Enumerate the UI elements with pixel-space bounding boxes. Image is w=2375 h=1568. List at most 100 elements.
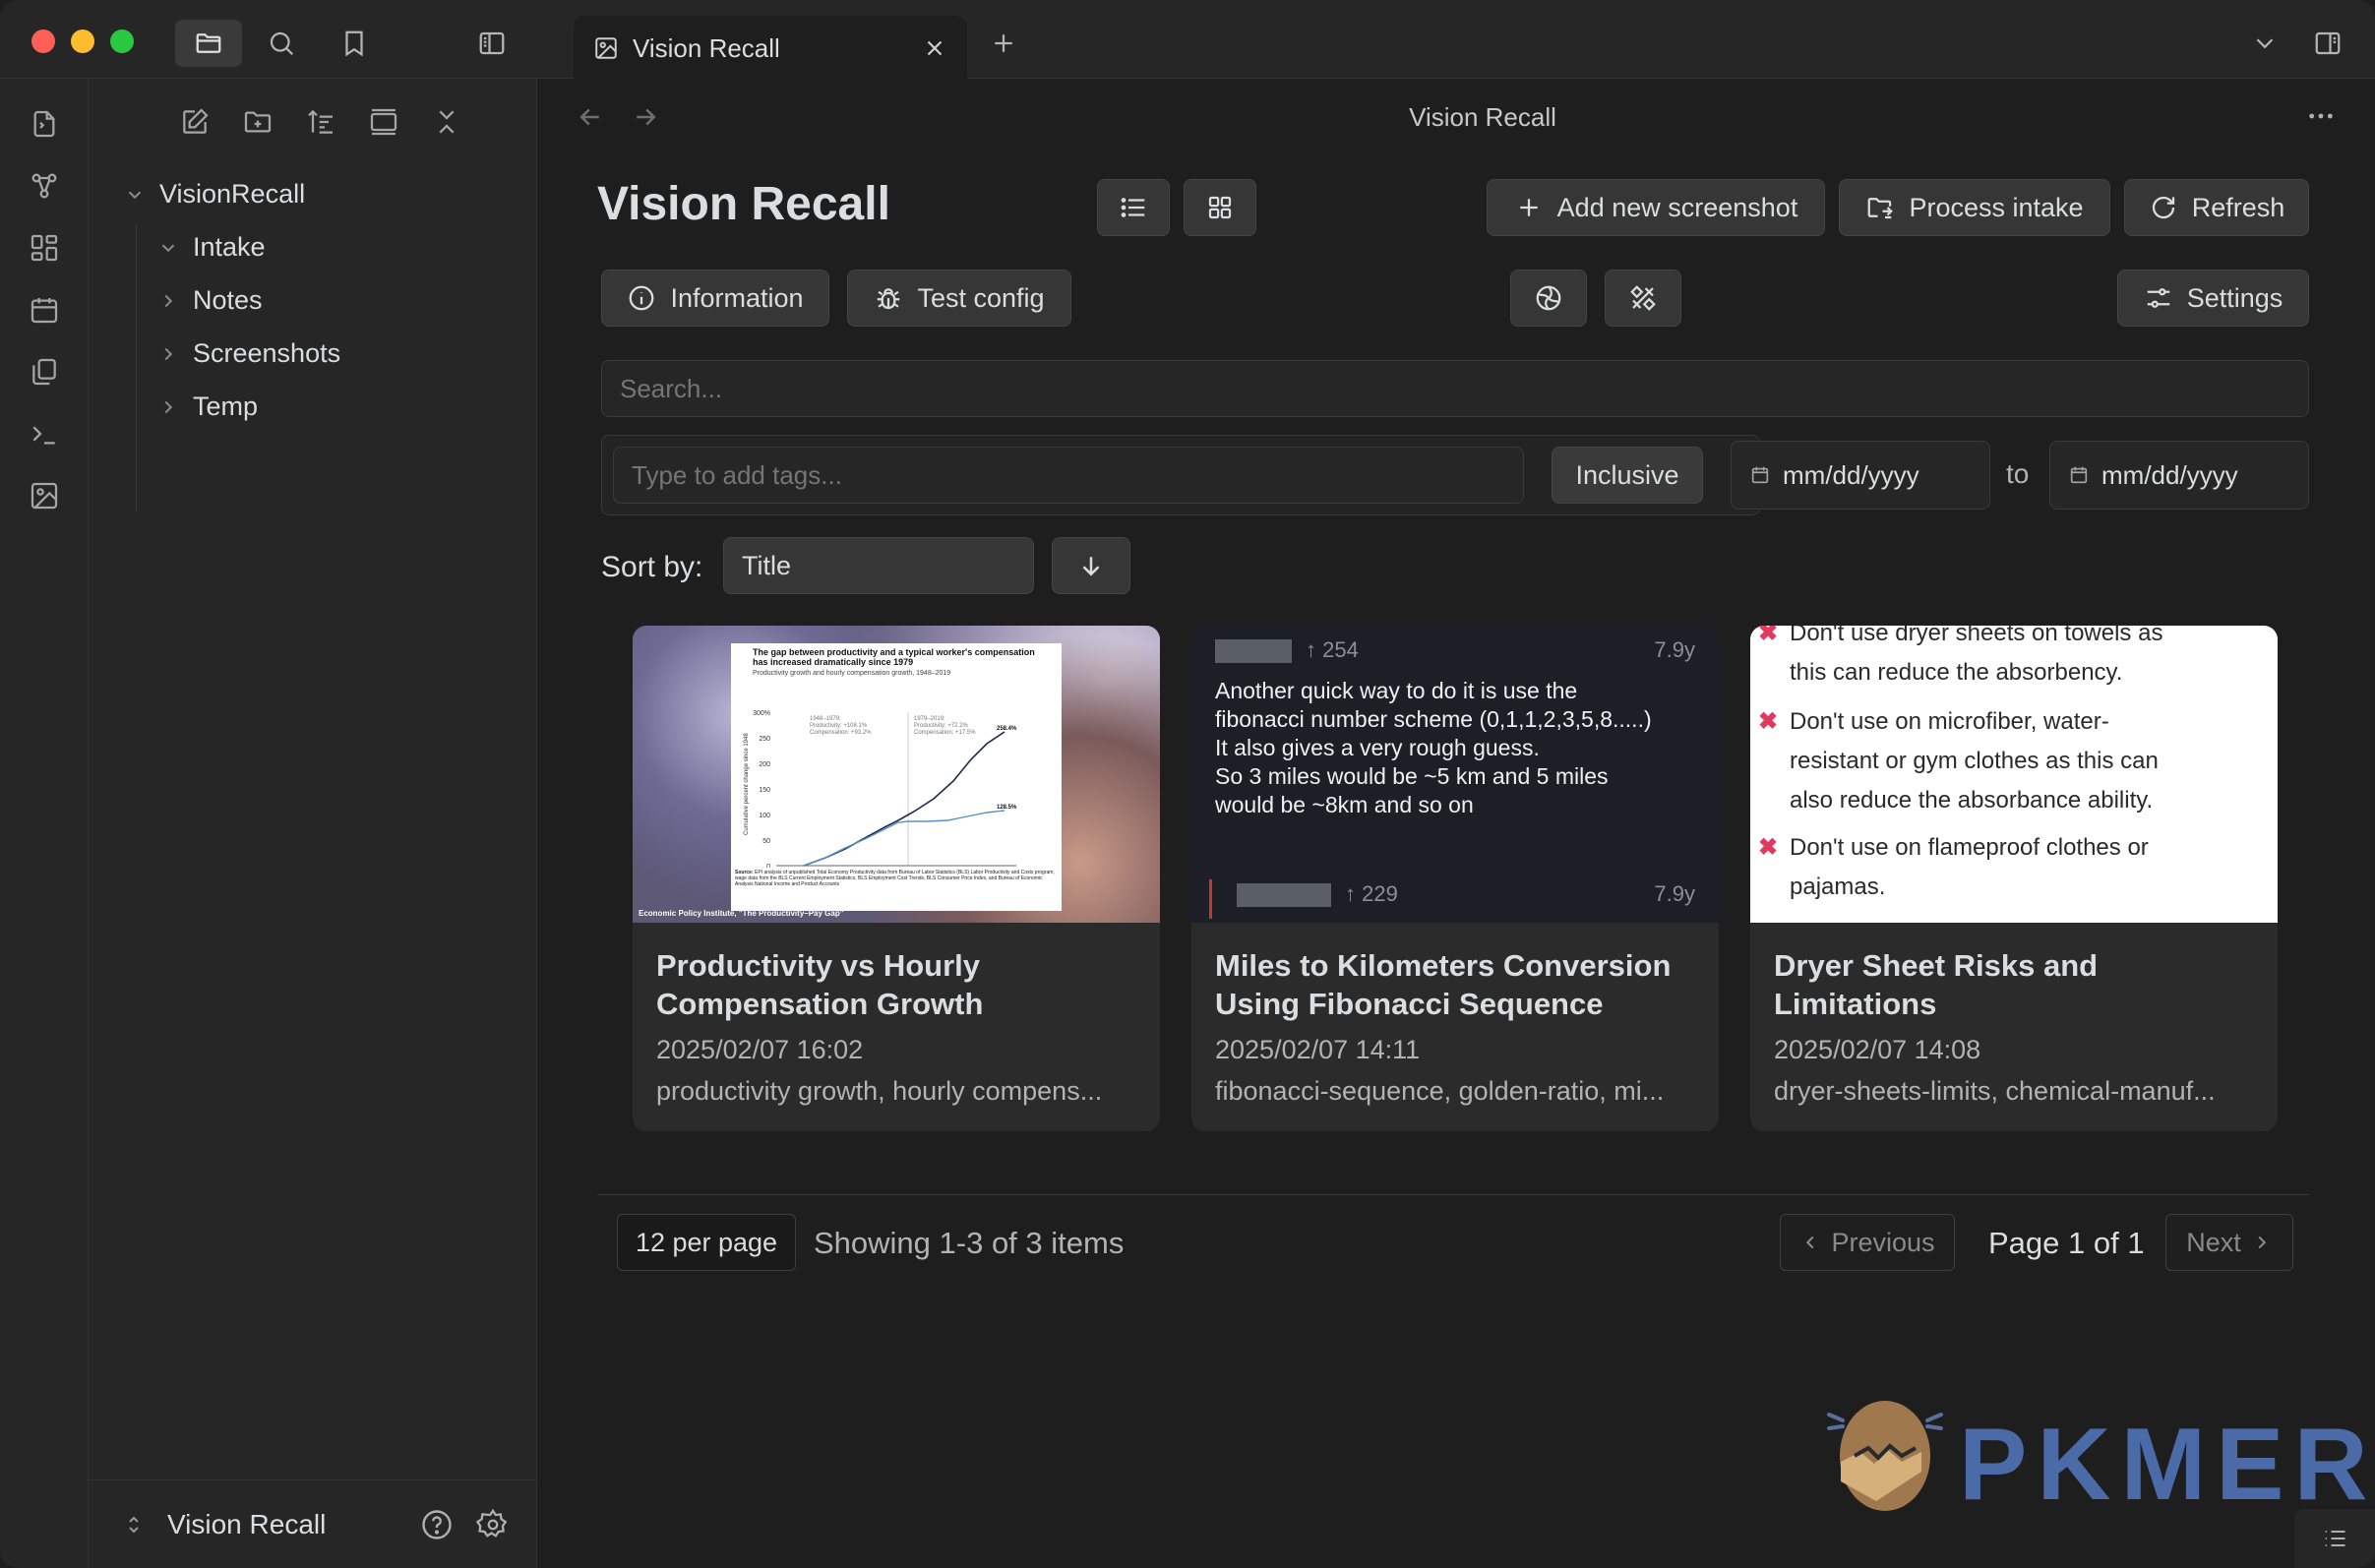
settings-button[interactable]: Settings bbox=[2117, 270, 2309, 327]
minimize-window-button[interactable] bbox=[71, 30, 94, 53]
period-a-label: 1948–1979: Productivity: +108.1% Compens… bbox=[810, 716, 872, 737]
chevron-down-icon bbox=[128, 191, 142, 199]
y-tick-label: 100 bbox=[759, 813, 770, 819]
tip-item: ✖ Don't use dryer sheets on towels as th… bbox=[1758, 626, 2252, 693]
chart-credit: Economic Policy Institute, "The Producti… bbox=[639, 909, 844, 918]
username-redacted bbox=[1215, 639, 1292, 663]
y-tick-label: 250 bbox=[759, 736, 770, 743]
toggle-right-sidebar-icon[interactable] bbox=[2294, 20, 2361, 67]
bookmark-icon[interactable] bbox=[321, 20, 388, 67]
search-input[interactable] bbox=[601, 360, 2309, 417]
help-icon[interactable] bbox=[419, 1507, 455, 1542]
folder-temp[interactable]: Temp bbox=[157, 392, 258, 422]
chevron-left-icon bbox=[1806, 1236, 1814, 1249]
toggle-sidebar-icon[interactable] bbox=[458, 20, 525, 67]
date-to-input[interactable]: mm/dd/yyyy bbox=[2049, 441, 2309, 510]
folder-visionrecall[interactable]: VisionRecall bbox=[124, 179, 305, 210]
per-page-select[interactable]: 12 per page bbox=[617, 1214, 796, 1271]
sort-direction-button[interactable] bbox=[1052, 537, 1130, 594]
information-button[interactable]: Information bbox=[601, 270, 829, 327]
arrow-down-icon bbox=[1082, 557, 1100, 576]
collapse-all-icon[interactable] bbox=[423, 98, 470, 146]
chevron-down-icon bbox=[161, 244, 175, 252]
more-options-icon[interactable] bbox=[2305, 100, 2337, 132]
image-icon bbox=[595, 37, 617, 59]
files-icon[interactable] bbox=[175, 20, 242, 67]
tip-line: Don't use on microfiber, water- bbox=[1790, 708, 2109, 735]
copy-icon[interactable] bbox=[22, 349, 67, 394]
new-folder-icon[interactable] bbox=[234, 98, 281, 146]
source-text: EPI analysis of unpublished Total Econom… bbox=[735, 870, 1055, 887]
sort-order-icon[interactable] bbox=[297, 98, 344, 146]
date-to-value: mm/dd/yyyy bbox=[2101, 459, 2238, 490]
y-tick-label: 300% bbox=[753, 710, 770, 717]
list-icon bbox=[2325, 1530, 2345, 1547]
comment-line: Another quick way to do it is use the bbox=[1215, 678, 1578, 703]
calendar-icon[interactable] bbox=[22, 287, 67, 332]
inclusive-toggle-button[interactable]: Inclusive bbox=[1552, 447, 1703, 504]
folder-sync-icon bbox=[1868, 198, 1894, 219]
card-tags: productivity growth, hourly compens... bbox=[656, 1076, 1103, 1106]
x-mark-icon: ✖ bbox=[1758, 834, 1779, 861]
vision-recall-image-icon[interactable] bbox=[22, 473, 67, 518]
tab-title: Vision Recall bbox=[633, 32, 780, 63]
folder-notes[interactable]: Notes bbox=[157, 285, 263, 316]
zoom-window-button[interactable] bbox=[110, 30, 134, 53]
auto-reveal-icon[interactable] bbox=[360, 98, 407, 146]
vote-count-value: 229 bbox=[1362, 881, 1398, 906]
card-title: Miles to Kilometers Conversion Using Fib… bbox=[1215, 948, 1672, 1021]
x-mark-icon: ✖ bbox=[1758, 626, 1779, 646]
card-date: 2025/02/07 16:02 bbox=[656, 1035, 864, 1064]
aperture-icon bbox=[1536, 285, 1561, 311]
test-config-button[interactable]: Test config bbox=[847, 270, 1071, 327]
list-view-button[interactable] bbox=[1097, 179, 1170, 236]
refresh-button[interactable]: Refresh bbox=[2124, 179, 2309, 236]
next-page-button[interactable]: Next bbox=[2165, 1214, 2293, 1271]
grid-view-button[interactable] bbox=[1184, 179, 1256, 236]
new-note-icon[interactable] bbox=[171, 98, 218, 146]
tab-vision-recall[interactable]: Vision Recall bbox=[574, 16, 967, 81]
ai-model-button[interactable] bbox=[1510, 270, 1587, 327]
screenshot-card[interactable]: ↑ 254 7.9y Another quick way to do it is… bbox=[1191, 626, 1719, 1131]
screenshot-card[interactable]: ✖ Don't use dryer sheets on towels as th… bbox=[1750, 626, 2278, 1131]
screenshot-card[interactable]: The gap between productivity and a typic… bbox=[633, 626, 1160, 1131]
ribbon bbox=[0, 79, 89, 1568]
chart-source-box: Source: EPI analysis of unpublished Tota… bbox=[731, 868, 1062, 903]
date-from-input[interactable]: mm/dd/yyyy bbox=[1731, 441, 1990, 510]
list-icon bbox=[1121, 198, 1145, 217]
view-title: Vision Recall bbox=[1409, 102, 1556, 132]
open-quick-switcher-icon[interactable] bbox=[22, 101, 67, 147]
tab-list-chevron-icon[interactable] bbox=[2231, 20, 2298, 67]
close-tab-icon[interactable] bbox=[922, 35, 947, 61]
sort-select[interactable]: Title bbox=[723, 537, 1034, 594]
vault-switcher[interactable]: Vision Recall bbox=[89, 1479, 537, 1568]
tools-button[interactable] bbox=[1605, 270, 1681, 327]
chevron-right-icon bbox=[164, 294, 173, 307]
productivity-end-label: 258.4% bbox=[997, 726, 1017, 732]
close-window-button[interactable] bbox=[31, 30, 55, 53]
sort-select-value: Title bbox=[742, 550, 792, 580]
folder-intake[interactable]: Intake bbox=[157, 232, 266, 263]
add-new-screenshot-label: Add new screenshot bbox=[1556, 192, 1798, 222]
add-new-screenshot-button[interactable]: Add new screenshot bbox=[1487, 179, 1825, 236]
comment-line: would be ~8km and so on bbox=[1215, 792, 1474, 817]
post-age: 7.9y bbox=[1654, 881, 1695, 906]
comment-line: It also gives a very rough guess. bbox=[1215, 735, 1540, 760]
settings-gear-icon[interactable] bbox=[476, 1508, 510, 1541]
graph-view-icon[interactable] bbox=[22, 163, 67, 209]
previous-page-button[interactable]: Previous bbox=[1780, 1214, 1955, 1271]
test-config-label: Test config bbox=[917, 282, 1045, 313]
folder-screenshots[interactable]: Screenshots bbox=[157, 338, 340, 369]
terminal-icon[interactable] bbox=[22, 411, 67, 456]
tags-input[interactable] bbox=[613, 447, 1524, 504]
process-intake-label: Process intake bbox=[1909, 192, 2084, 222]
search-icon[interactable] bbox=[248, 20, 315, 67]
outline-toggle-button[interactable] bbox=[2294, 1509, 2375, 1568]
canvas-icon[interactable] bbox=[22, 225, 67, 271]
information-label: Information bbox=[670, 282, 804, 313]
plus-icon bbox=[1519, 199, 1538, 216]
file-explorer: VisionRecall Intake Notes Screenshots Te… bbox=[89, 79, 537, 1568]
new-tab-icon[interactable] bbox=[970, 20, 1037, 67]
process-intake-button[interactable]: Process intake bbox=[1839, 179, 2110, 236]
productivity-line bbox=[803, 731, 1005, 867]
